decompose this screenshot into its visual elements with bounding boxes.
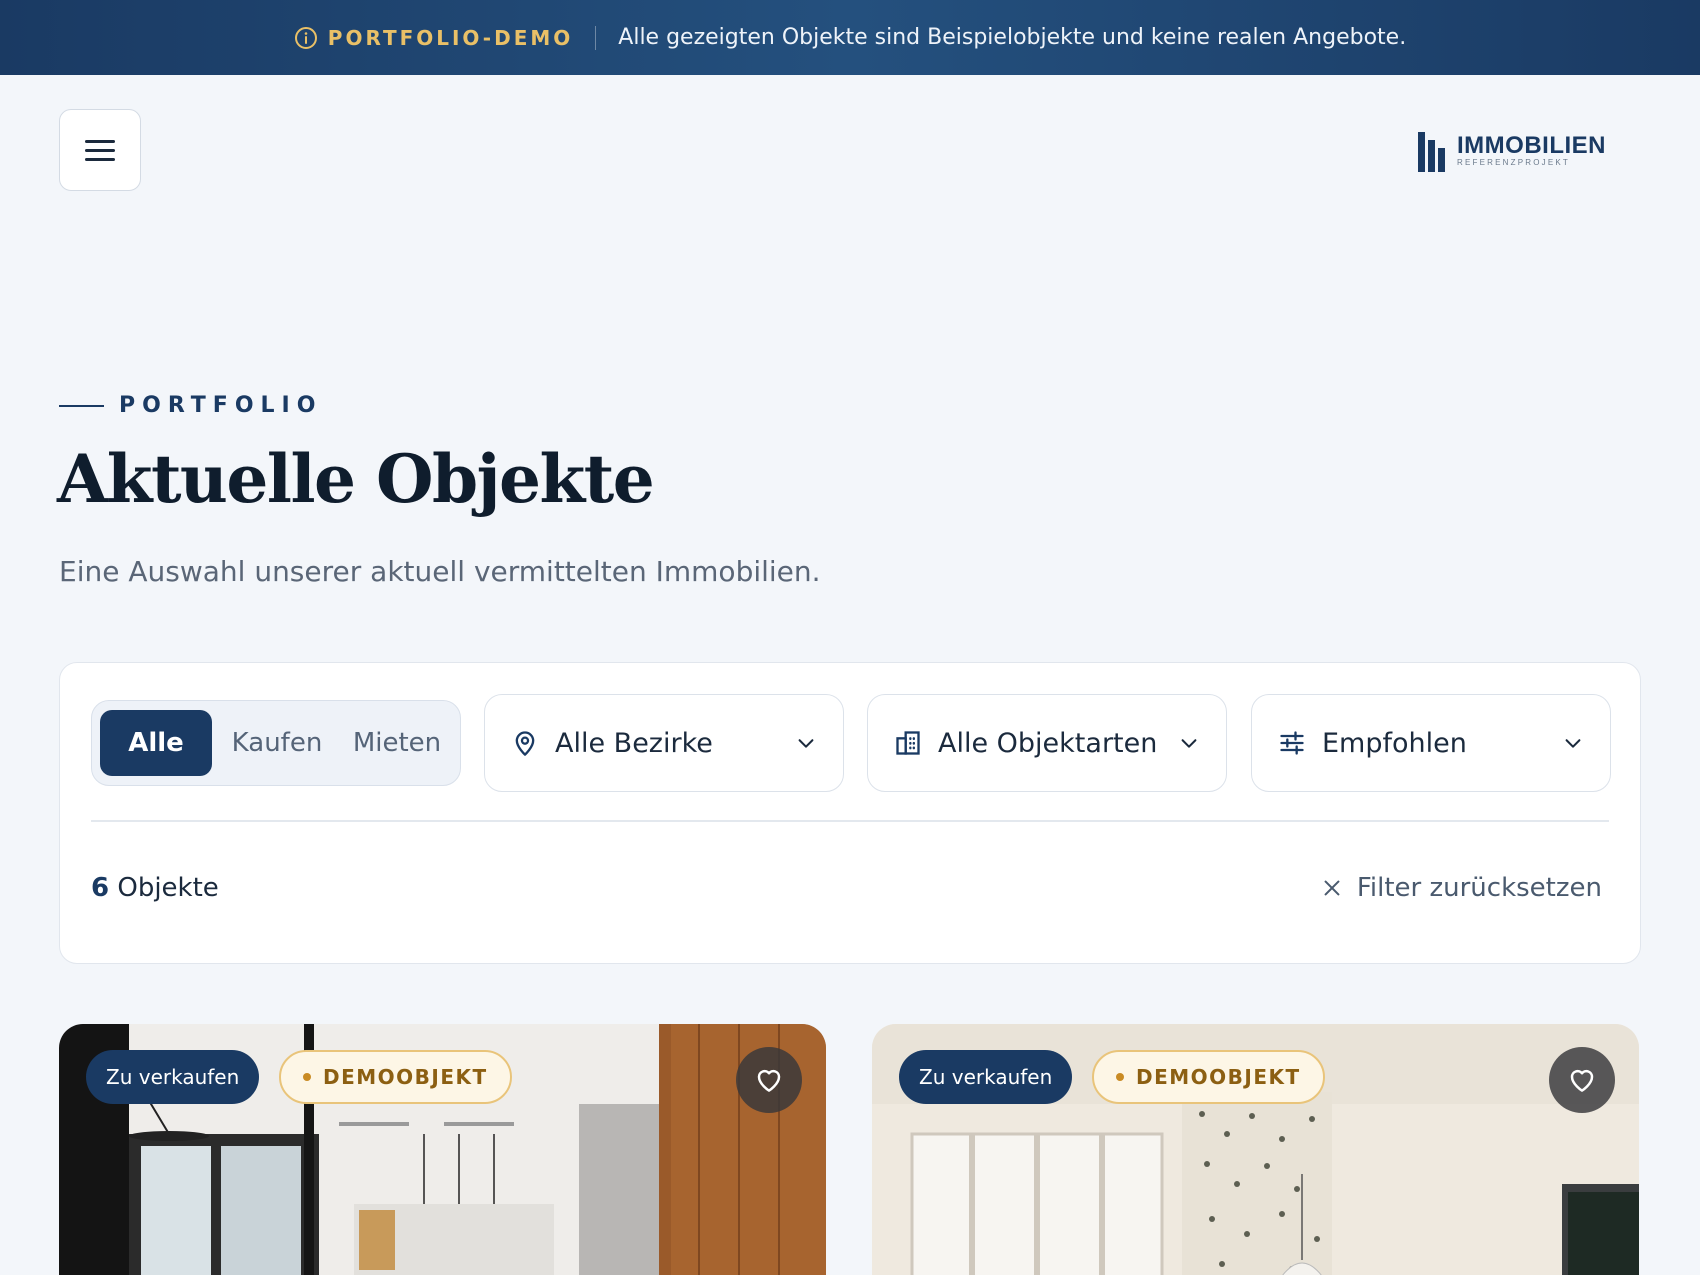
demo-badge: DEMOOBJEKT: [1092, 1050, 1325, 1104]
reset-filters-label: Filter zurücksetzen: [1356, 873, 1602, 903]
map-pin-icon: [515, 731, 535, 756]
result-count-label: Objekte: [109, 873, 219, 903]
favorite-button[interactable]: [736, 1047, 802, 1113]
demo-banner: PORTFOLIO-DEMO Alle gezeigten Objekte si…: [0, 0, 1700, 75]
badge-dot: [303, 1073, 311, 1081]
info-icon: [294, 26, 317, 49]
chevron-down-icon: [1181, 739, 1197, 748]
heart-icon: [1570, 1069, 1594, 1092]
banner-message: Alle gezeigten Objekte sind Beispielobje…: [618, 25, 1407, 50]
district-select[interactable]: Alle Bezirke: [484, 694, 844, 792]
filter-panel: Alle Kaufen Mieten Alle Bezirke Alle Obj…: [59, 662, 1641, 964]
logo-tagline: REFERENZPROJEKT: [1457, 158, 1571, 167]
segment-alle[interactable]: Alle: [100, 710, 212, 776]
banner-tag: PORTFOLIO-DEMO: [327, 25, 574, 50]
favorite-button[interactable]: [1549, 1047, 1615, 1113]
banner-separator: [595, 25, 597, 50]
property-card[interactable]: Zu verkaufen DEMOOBJEKT: [872, 1024, 1639, 1275]
district-select-value: Alle Bezirke: [555, 727, 713, 759]
close-icon: [1324, 880, 1340, 896]
page-title: Aktuelle Objekte: [57, 440, 655, 518]
demo-badge-label: DEMOOBJEKT: [323, 1065, 488, 1089]
sliders-icon: [1280, 731, 1304, 755]
badge-dot: [1116, 1073, 1124, 1081]
result-count: 6 Objekte: [91, 873, 219, 903]
status-badge: Zu verkaufen: [86, 1050, 260, 1104]
eyebrow-line: [59, 404, 104, 407]
sort-select-value: Empfohlen: [1322, 727, 1467, 759]
panel-divider: [91, 820, 1609, 822]
logo-bars-icon: [1418, 132, 1445, 172]
segment-mieten[interactable]: Mieten: [342, 710, 452, 776]
section-eyebrow: PORTFOLIO: [59, 393, 322, 418]
status-badge: Zu verkaufen: [899, 1050, 1073, 1104]
logo-name: IMMOBILIEN: [1457, 132, 1606, 159]
heart-icon: [757, 1069, 781, 1092]
chevron-down-icon: [798, 739, 814, 748]
result-count-number: 6: [91, 873, 110, 903]
property-card[interactable]: Zu verkaufen DEMOOBJEKT: [59, 1024, 826, 1275]
reset-filters-button[interactable]: Filter zurücksetzen: [1321, 873, 1602, 903]
segment-kaufen[interactable]: Kaufen: [212, 710, 342, 776]
logo[interactable]: IMMOBILIEN REFERENZPROJEKT: [1417, 130, 1606, 172]
eyebrow-text: PORTFOLIO: [119, 393, 323, 418]
hamburger-menu-icon: [85, 134, 115, 167]
menu-button[interactable]: [59, 109, 141, 191]
demo-badge: DEMOOBJEKT: [279, 1050, 512, 1104]
property-type-select[interactable]: Alle Objektarten: [867, 694, 1227, 792]
chevron-down-icon: [1565, 739, 1581, 748]
property-type-select-value: Alle Objektarten: [938, 727, 1158, 759]
sort-select[interactable]: Empfohlen: [1251, 694, 1611, 792]
demo-badge-label: DEMOOBJEKT: [1136, 1065, 1301, 1089]
page-subtitle: Eine Auswahl unserer aktuell vermittelte…: [59, 555, 821, 588]
listing-type-toggle: Alle Kaufen Mieten: [91, 700, 461, 786]
building-icon: [896, 731, 920, 755]
